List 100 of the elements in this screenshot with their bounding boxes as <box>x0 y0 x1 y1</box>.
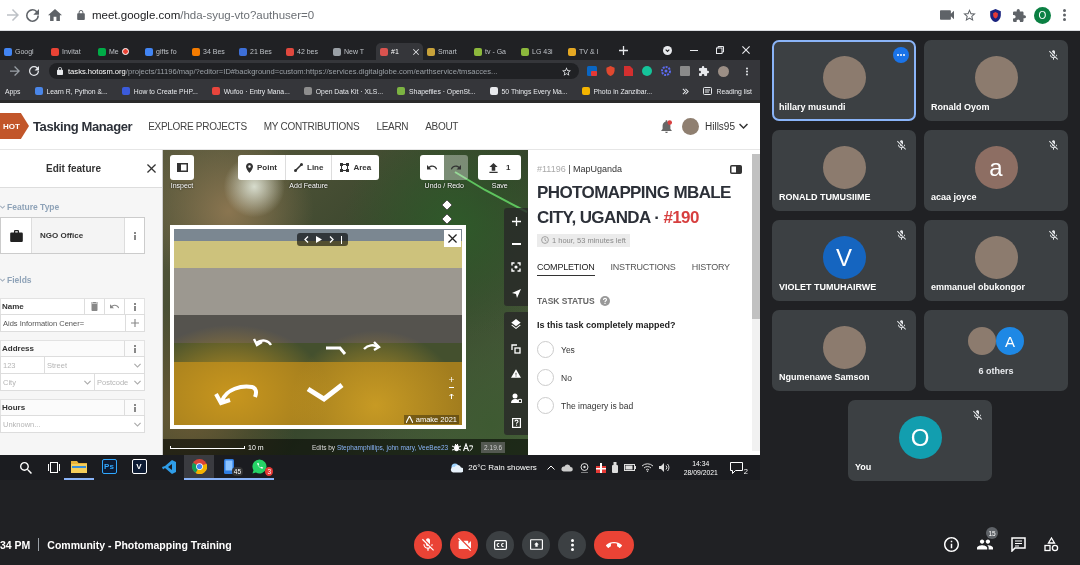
layers-icon[interactable] <box>511 319 521 330</box>
reload-icon[interactable] <box>26 8 39 22</box>
panel-toggle-icon[interactable] <box>730 164 742 174</box>
circle-icon[interactable] <box>642 66 652 76</box>
weather-text[interactable]: 26°C Rain showers <box>468 463 537 472</box>
search-icon[interactable] <box>20 461 32 474</box>
participant-tile[interactable]: RONALD TUMUSIIME <box>772 130 916 211</box>
new-tab-icon[interactable] <box>619 45 628 55</box>
logo-badge[interactable]: HOT <box>0 113 29 139</box>
panel-tab[interactable]: INSTRUCTIONS <box>610 260 676 276</box>
camera-button[interactable] <box>450 530 478 559</box>
double-chevron-icon[interactable] <box>682 87 690 95</box>
save-button[interactable]: 1 <box>478 155 522 180</box>
radio-label[interactable]: The imagery is bad <box>561 400 634 411</box>
help-icon[interactable] <box>511 417 521 428</box>
nav-link[interactable]: LEARN <box>376 120 409 132</box>
warning-icon[interactable] <box>511 369 521 378</box>
address-bar-url[interactable]: meet.google.com/hda-syug-vto?authuser=0 <box>92 9 315 21</box>
zoom-out-icon[interactable] <box>511 242 521 245</box>
taskbar-button[interactable] <box>184 455 214 480</box>
star-icon[interactable] <box>963 9 976 21</box>
cloud-icon[interactable] <box>560 463 573 472</box>
chevron-down-icon[interactable] <box>739 123 748 129</box>
square-tile-icon[interactable] <box>680 66 690 76</box>
participant-tile[interactable]: Ngumenawe Samson <box>772 310 916 391</box>
forward-arrow-icon[interactable] <box>10 66 20 76</box>
next-icon[interactable] <box>328 236 334 243</box>
lock-icon[interactable] <box>57 67 63 75</box>
puzzle-icon[interactable] <box>1013 8 1026 22</box>
map-data-icon[interactable] <box>511 344 521 355</box>
undo-button[interactable] <box>420 155 445 180</box>
chat-icon[interactable] <box>1011 537 1026 552</box>
navigation-arrow-icon[interactable] <box>511 288 521 298</box>
home-icon[interactable] <box>48 9 62 21</box>
profile-avatar[interactable]: O <box>1034 6 1051 24</box>
battery-icon[interactable] <box>623 464 636 471</box>
captions-button[interactable] <box>486 530 514 559</box>
nav-link[interactable]: MY CONTRIBUTIONS <box>263 120 360 132</box>
participant-tile[interactable]: V VIOLET TUMUHAIRWE <box>772 220 916 301</box>
undo-icon[interactable] <box>110 304 119 309</box>
bell-icon[interactable] <box>661 119 672 133</box>
shield-icon[interactable] <box>990 8 1001 22</box>
bug-icon[interactable] <box>452 442 462 452</box>
feature-type-button[interactable]: NGO Office <box>32 218 124 253</box>
radio-button[interactable] <box>537 369 554 386</box>
chevron-up-icon[interactable] <box>546 465 555 470</box>
close-icon[interactable] <box>742 46 750 54</box>
document-icon[interactable] <box>624 66 633 76</box>
user-avatar-placeholder[interactable] <box>682 117 699 135</box>
webcam-icon[interactable] <box>578 462 590 473</box>
gift-icon[interactable] <box>595 462 606 473</box>
leave-call-button[interactable] <box>594 530 634 559</box>
weather-cloud-icon[interactable] <box>450 462 464 473</box>
radio-button[interactable] <box>537 397 554 414</box>
turn-right-arrow-icon[interactable] <box>363 341 381 352</box>
shapes-icon[interactable] <box>1044 537 1059 552</box>
scrollbar[interactable] <box>752 154 760 451</box>
brand-name[interactable]: Tasking Manager <box>33 118 133 134</box>
zoom-in-icon[interactable] <box>511 216 521 226</box>
u-turn-arrow-icon[interactable] <box>214 384 258 406</box>
restore-icon[interactable] <box>716 46 724 54</box>
participant-tile[interactable]: emmanuel obukongor <box>924 220 1068 301</box>
turn-left-arrow-icon[interactable] <box>252 338 272 347</box>
nav-link[interactable]: EXPLORE PROJECTS <box>148 120 247 132</box>
add-point-button[interactable]: Point <box>238 155 286 180</box>
participant-tile[interactable]: a acaa joyce <box>924 130 1068 211</box>
star-icon[interactable] <box>562 66 571 76</box>
radio-button[interactable] <box>537 341 554 358</box>
info-icon[interactable] <box>944 537 959 552</box>
up-arrow-icon[interactable] <box>449 393 454 399</box>
nav-link[interactable]: ABOUT <box>425 120 459 132</box>
plus-icon[interactable] <box>449 377 454 382</box>
square-tile-icon[interactable] <box>587 66 597 76</box>
username[interactable]: Hills95 <box>705 120 735 132</box>
close-button[interactable] <box>444 230 461 247</box>
avatar-photo-placeholder[interactable] <box>718 65 729 77</box>
tab-search-icon[interactable] <box>663 45 672 55</box>
reading-list-icon[interactable] <box>703 87 713 95</box>
speaker-icon[interactable] <box>658 463 670 472</box>
participant-tile[interactable]: Ronald Oyom <box>924 40 1068 121</box>
previous-icon[interactable] <box>303 236 309 243</box>
people-icon[interactable] <box>977 539 993 550</box>
more-options-button[interactable] <box>558 530 586 559</box>
radio-label[interactable]: No <box>561 372 572 383</box>
usb-drive-icon[interactable] <box>611 462 618 473</box>
participant-tile[interactable]: hillary musundi <box>772 40 916 121</box>
dotted-ring-icon[interactable] <box>661 66 671 76</box>
minimize-icon[interactable] <box>690 49 698 51</box>
wifi-icon[interactable] <box>641 463 653 472</box>
more-options-button[interactable] <box>893 47 909 63</box>
reload-icon[interactable] <box>29 66 39 76</box>
play-icon[interactable] <box>315 236 322 243</box>
participant-tile[interactable]: O You <box>848 400 992 481</box>
present-button[interactable] <box>522 530 550 559</box>
add-area-button[interactable]: Area <box>332 155 380 180</box>
close-icon[interactable] <box>413 48 419 55</box>
vertex-marker-icon[interactable] <box>441 199 453 211</box>
taskbar-button[interactable]: Ps <box>94 455 124 480</box>
puzzle-icon[interactable] <box>699 66 709 76</box>
panel-tab[interactable]: HISTORY <box>691 260 730 276</box>
